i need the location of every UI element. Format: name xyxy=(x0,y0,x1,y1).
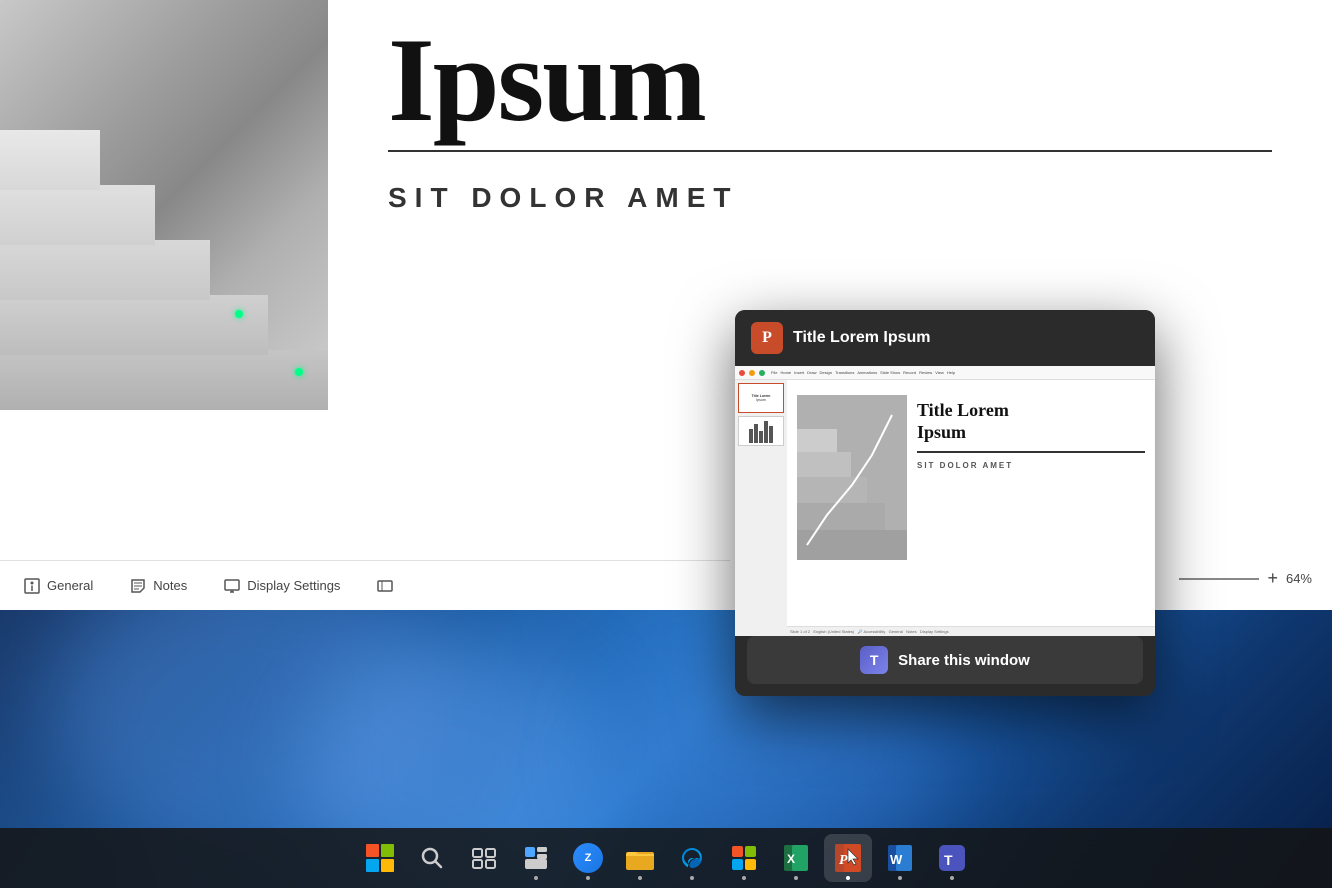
mini-thumb-2 xyxy=(738,416,784,446)
file-explorer-icon xyxy=(625,845,655,871)
svg-text:X: X xyxy=(787,852,795,866)
win-pane-green xyxy=(381,844,394,857)
widgets-dot xyxy=(534,876,538,880)
mini-ppt-body: Title Lorem Ipsum xyxy=(735,380,1155,636)
green-light-2 xyxy=(235,310,243,318)
ribbon-maximize xyxy=(759,370,765,376)
mini-ribbon: FileHomeInsertDrawDesignTransitionsAnima… xyxy=(735,366,1155,380)
tooltip-header: P Title Lorem Ipsum xyxy=(735,310,1155,366)
zoom-slider-line xyxy=(1179,578,1259,580)
windows-start-button[interactable] xyxy=(356,834,404,882)
mini-slide-divider xyxy=(917,451,1145,453)
display-settings-button[interactable]: Display Settings xyxy=(215,573,348,599)
edge-icon xyxy=(678,844,706,872)
powerpoint-button[interactable]: P xyxy=(824,834,872,882)
win-pane-yellow xyxy=(381,859,394,872)
excel-button[interactable]: X xyxy=(772,834,820,882)
slide-image xyxy=(0,0,328,410)
excel-dot xyxy=(794,876,798,880)
word-icon: W xyxy=(885,843,915,873)
word-button[interactable]: W xyxy=(876,834,924,882)
teams-dot xyxy=(950,876,954,880)
teams-mini-icon: T xyxy=(860,646,888,674)
svg-text:W: W xyxy=(890,852,903,867)
task-view-button[interactable] xyxy=(460,834,508,882)
tooltip-preview-area: FileHomeInsertDrawDesignTransitionsAnima… xyxy=(735,366,1155,636)
zoom-plus-button[interactable]: + xyxy=(1267,568,1278,589)
mini-slide-subtitle: SIT DOLOR AMET xyxy=(917,461,1145,470)
mini-slide-title: Title LoremIpsum xyxy=(917,400,1145,443)
excel-icon: X xyxy=(781,843,811,873)
view-button[interactable] xyxy=(368,573,402,599)
zoom-icon: Z xyxy=(573,843,603,873)
file-explorer-dot xyxy=(638,876,642,880)
mini-powerpoint: FileHomeInsertDrawDesignTransitionsAnima… xyxy=(735,366,1155,636)
search-icon xyxy=(419,845,445,871)
mini-main-slide: Title LoremIpsum SIT DOLOR AMET Slide 1 … xyxy=(787,380,1155,636)
svg-text:T: T xyxy=(944,852,953,868)
win-pane-red xyxy=(366,844,379,857)
mini-status-bar: Slide 1 of 2 English (United States) 🔎 A… xyxy=(787,626,1155,636)
stair-5 xyxy=(0,130,100,190)
taskbar: Z xyxy=(0,828,1332,888)
edge-dot xyxy=(690,876,694,880)
mini-thumb-1: Title Lorem Ipsum xyxy=(738,383,784,413)
store-dot xyxy=(742,876,746,880)
slide-title: Ipsum xyxy=(388,20,1272,140)
store-button[interactable] xyxy=(720,834,768,882)
win-pane-blue xyxy=(366,859,379,872)
share-button-label: Share this window xyxy=(898,652,1030,669)
ppt-app-icon: P xyxy=(751,322,783,354)
slide-divider xyxy=(388,150,1272,152)
stair-3 xyxy=(0,240,210,300)
general-label: General xyxy=(47,578,93,593)
widgets-button[interactable] xyxy=(512,834,560,882)
share-window-button[interactable]: T Share this window xyxy=(747,636,1143,684)
mini-slides-panel: Title Lorem Ipsum xyxy=(735,380,787,636)
display-settings-icon xyxy=(223,577,241,595)
stair-4 xyxy=(0,185,155,245)
notes-label: Notes xyxy=(153,578,187,593)
stair-1 xyxy=(0,350,328,410)
zoom-controls: + 64% xyxy=(1179,568,1312,589)
green-light-1 xyxy=(295,368,303,376)
zoom-taskbar-button[interactable]: Z xyxy=(564,834,612,882)
teams-icon: T xyxy=(937,843,967,873)
slide-subtitle: SIT DOLOR AMET xyxy=(388,182,1272,214)
word-dot xyxy=(898,876,902,880)
edge-button[interactable] xyxy=(668,834,716,882)
ppt-icon-letter: P xyxy=(762,329,772,347)
search-taskbar-button[interactable] xyxy=(408,834,456,882)
snap-icon xyxy=(471,845,497,871)
ribbon-close xyxy=(739,370,745,376)
zoom-dot xyxy=(586,876,590,880)
ppt-status-bar: General Notes Display Settings xyxy=(0,560,730,610)
mini-chart xyxy=(739,417,783,445)
notes-button[interactable]: Notes xyxy=(121,573,195,599)
display-settings-label: Display Settings xyxy=(247,578,340,593)
cursor-overlay xyxy=(846,847,860,872)
notes-icon xyxy=(129,577,147,595)
zoom-value: 64% xyxy=(1286,571,1312,586)
ribbon-minimize xyxy=(749,370,755,376)
mini-ribbon-tabs: FileHomeInsertDrawDesignTransitionsAnima… xyxy=(769,370,957,375)
tooltip-title-text: Title Lorem Ipsum xyxy=(793,329,931,347)
store-icon xyxy=(730,844,758,872)
general-button[interactable]: General xyxy=(15,573,101,599)
mini-slide-image xyxy=(797,395,907,560)
general-icon xyxy=(23,577,41,595)
ppt-preview-popup: P Title Lorem Ipsum FileHomeInsertDrawDe… xyxy=(735,310,1155,696)
ppt-active-indicator xyxy=(846,876,850,880)
stair-2 xyxy=(0,295,268,355)
view-icon xyxy=(376,577,394,595)
widgets-icon xyxy=(523,845,549,871)
mini-slide-content: Title LoremIpsum SIT DOLOR AMET xyxy=(917,400,1145,470)
windows-logo xyxy=(366,844,394,872)
teams-button[interactable]: T xyxy=(928,834,976,882)
file-explorer-button[interactable] xyxy=(616,834,664,882)
